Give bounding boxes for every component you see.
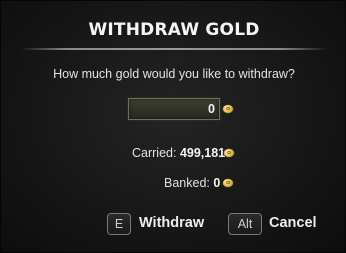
keybind-alt-icon: Alt xyxy=(228,213,262,235)
withdraw-gold-dialog: WITHDRAW GOLD How much gold would you li… xyxy=(0,0,346,253)
banked-label: Banked: xyxy=(164,176,210,190)
carried-row: Carried: 499,181 xyxy=(132,146,225,160)
carried-label: Carried: xyxy=(132,146,177,160)
keybind-e-icon: E xyxy=(107,213,131,235)
gold-amount-value: 0 xyxy=(208,102,215,116)
banked-row: Banked: 0 xyxy=(164,176,220,190)
cancel-button-label: Cancel xyxy=(269,215,317,231)
gold-coin-icon xyxy=(223,105,233,113)
gold-coin-icon xyxy=(223,179,233,187)
title-divider xyxy=(21,48,327,50)
gold-coin-icon xyxy=(224,149,234,157)
dialog-title: WITHDRAW GOLD xyxy=(88,20,260,40)
carried-value: 499,181 xyxy=(179,146,226,160)
banked-value: 0 xyxy=(213,176,221,190)
gold-amount-input[interactable]: 0 xyxy=(128,98,220,120)
withdraw-button-label: Withdraw xyxy=(139,215,205,231)
withdraw-prompt: How much gold would you like to withdraw… xyxy=(53,67,295,81)
